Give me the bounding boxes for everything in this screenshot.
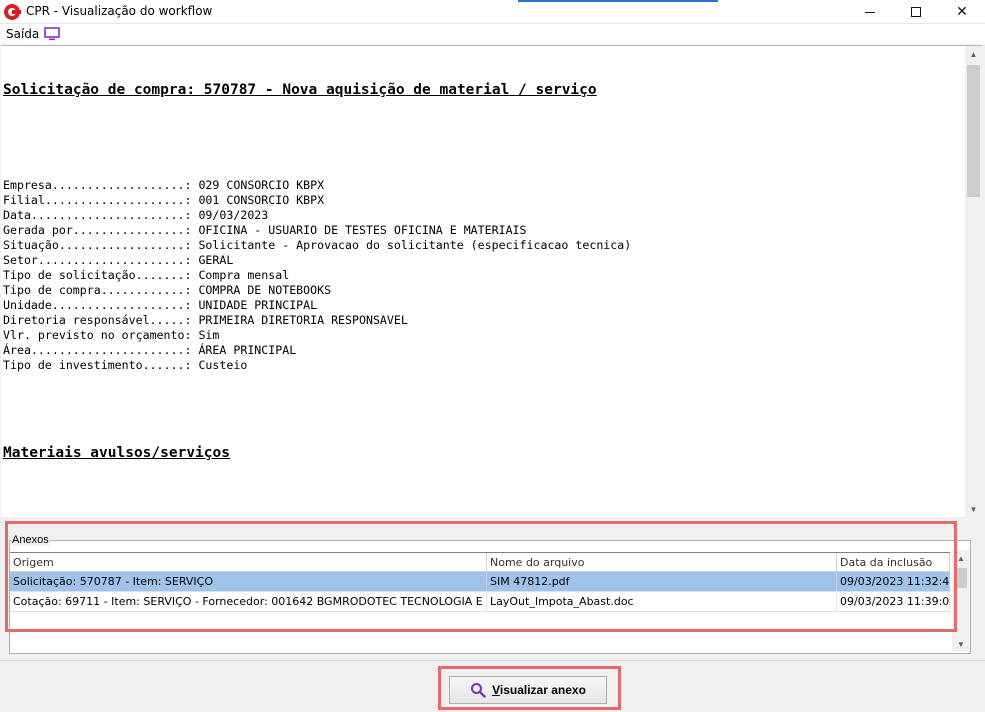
- field-value: Sim: [198, 328, 220, 342]
- cell-arquivo: LayOut_Impota_Abast.doc: [487, 592, 837, 611]
- report-field-row: Situação..................: Solicitante …: [3, 238, 632, 252]
- minimize-icon: [865, 11, 875, 13]
- cell-data: 09/03/2023 11:39:08: [837, 592, 950, 611]
- column-header-nome-arquivo[interactable]: Nome do arquivo: [487, 553, 837, 571]
- cell-origem: Solicitação: 570787 - Item: SERVIÇO: [10, 572, 487, 591]
- report-scrollbar[interactable]: ▲ ▼: [965, 46, 982, 517]
- title-bar: CPR - Visualização do workflow ✕: [0, 0, 985, 24]
- field-value: Custeio: [198, 358, 248, 372]
- field-value: Solicitante - Aprovacao do solicitante (…: [198, 238, 632, 252]
- report-heading: Solicitação de compra: 570787 - Nova aqu…: [3, 82, 597, 98]
- field-value: GERAL: [198, 253, 234, 267]
- attachments-scrollbar[interactable]: ▲ ▼: [952, 550, 970, 652]
- field-label: Empresa...................: [3, 178, 185, 192]
- view-attachment-button[interactable]: Visualizar anexo: [449, 676, 607, 704]
- close-icon: ✕: [956, 4, 968, 20]
- field-label: Gerada por................: [3, 223, 185, 237]
- materials-heading: Materiais avulsos/serviços: [3, 445, 230, 461]
- report-field-row: Empresa...................: 029 CONSORCI…: [3, 178, 325, 192]
- field-value: Compra mensal: [198, 268, 290, 282]
- report-field-row: Vlr. previsto no orçamento: Sim: [3, 328, 220, 342]
- title-accent-bar: [518, 0, 718, 2]
- field-label: Situação..................: [3, 238, 185, 252]
- grid-header: Origem Nome do arquivo Data da inclusão: [10, 552, 950, 572]
- attachment-row[interactable]: Cotação: 69711 - Item: SERVIÇO - Fornece…: [10, 592, 950, 612]
- attachments-grid: Origem Nome do arquivo Data da inclusão …: [10, 552, 950, 612]
- report-field-row: Gerada por................: OFICINA - US…: [3, 223, 527, 237]
- close-button[interactable]: ✕: [939, 0, 985, 24]
- report-field-row: Tipo de investimento......: Custeio: [3, 358, 248, 372]
- cell-arquivo: SIM 47812.pdf: [487, 572, 837, 591]
- maximize-button[interactable]: [893, 0, 939, 24]
- field-label: Data......................: [3, 208, 185, 222]
- cell-origem: Cotação: 69711 - Item: SERVIÇO - Fornece…: [10, 592, 487, 611]
- field-value: 029 CONSORCIO KBPX: [198, 178, 325, 192]
- report-field-row: Diretoria responsável.....: PRIMEIRA DIR…: [3, 313, 408, 327]
- report-field-row: Tipo de compra............: COMPRA DE NO…: [3, 283, 332, 297]
- report-field-row: Tipo de solicitação.......: Compra mensa…: [3, 268, 290, 282]
- scroll-thumb[interactable]: [955, 568, 967, 588]
- report-field-row: Filial....................: 001 CONSORCI…: [3, 193, 325, 207]
- field-label: Setor.....................: [3, 253, 185, 267]
- menu-exit[interactable]: Saída: [6, 27, 39, 41]
- field-value: ÁREA PRINCIPAL: [198, 343, 297, 357]
- report-field-row: Data......................: 09/03/2023: [3, 208, 269, 222]
- monitor-icon[interactable]: [44, 27, 60, 41]
- field-label: Vlr. previsto no orçamento: [3, 328, 185, 342]
- scroll-thumb[interactable]: [967, 65, 980, 197]
- scroll-down-icon[interactable]: ▼: [965, 501, 982, 517]
- app-logo-icon: [4, 4, 21, 20]
- maximize-icon: [911, 7, 921, 17]
- column-header-data-inclusao[interactable]: Data da inclusão: [837, 553, 950, 571]
- field-value: 09/03/2023: [198, 208, 269, 222]
- magnifier-icon: [471, 683, 486, 698]
- report-content: Solicitação de compra: 570787 - Nova aqu…: [3, 51, 963, 517]
- field-label: Diretoria responsável.....: [3, 313, 185, 327]
- column-header-origem[interactable]: Origem: [10, 553, 487, 571]
- cell-data: 09/03/2023 11:32:43: [837, 572, 950, 591]
- window-title: CPR - Visualização do workflow: [26, 4, 213, 18]
- scroll-up-icon[interactable]: ▲: [952, 550, 970, 566]
- field-label: Unidade...................: [3, 298, 185, 312]
- field-value: 001 CONSORCIO KBPX: [198, 193, 325, 207]
- view-attachment-label: Visualizar anexo: [492, 683, 586, 697]
- field-value: PRIMEIRA DIRETORIA RESPONSAVEL: [198, 313, 408, 327]
- menu-bar: Saída: [0, 24, 985, 44]
- field-label: Tipo de compra............: [3, 283, 185, 297]
- attachments-group-label: Anexos: [11, 534, 50, 546]
- scroll-up-icon[interactable]: ▲: [965, 46, 982, 63]
- report-field-row: Setor.....................: GERAL: [3, 253, 234, 267]
- field-value: OFICINA - USUARIO DE TESTES OFICINA E MA…: [198, 223, 527, 237]
- report-panel: Solicitação de compra: 570787 - Nova aqu…: [1, 45, 982, 517]
- field-label: Tipo de solicitação.......: [3, 268, 185, 282]
- attachments-section: Anexos Origem Nome do arquivo Data da in…: [0, 518, 985, 660]
- request-fields: Empresa...................: 029 CONSORCI…: [3, 178, 963, 373]
- field-label: Área......................: [3, 343, 185, 357]
- field-label: Tipo de investimento......: [3, 358, 185, 372]
- report-field-row: Unidade...................: UNIDADE PRIN…: [3, 298, 318, 312]
- field-label: Filial....................: [3, 193, 185, 207]
- minimize-button[interactable]: [847, 0, 893, 24]
- report-field-row: Área......................: ÁREA PRINCIP…: [3, 343, 297, 357]
- scroll-down-icon[interactable]: ▼: [952, 636, 970, 652]
- field-value: COMPRA DE NOTEBOOKS: [198, 283, 332, 297]
- field-value: UNIDADE PRINCIPAL: [198, 298, 318, 312]
- attachment-row[interactable]: Solicitação: 570787 - Item: SERVIÇO SIM …: [10, 572, 950, 592]
